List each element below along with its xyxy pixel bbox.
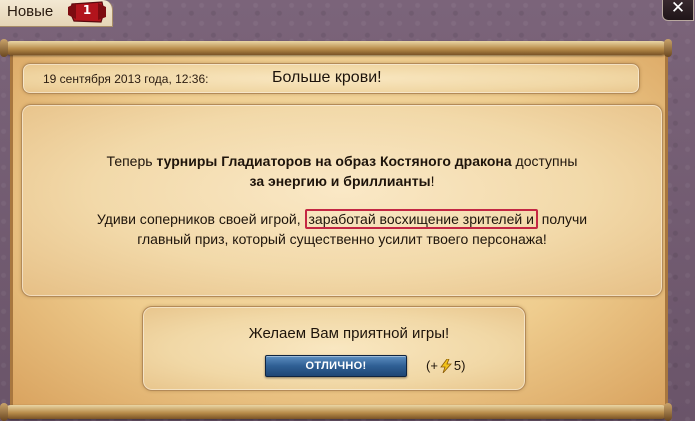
highlighted-text: заработай восхищение зрителей и	[304, 209, 538, 229]
news-title: Больше крови!	[272, 69, 382, 86]
notification-badge-icon: 1	[68, 1, 106, 23]
news-paragraph-2: Удиви соперников своей игрой, заработай …	[22, 209, 662, 249]
close-button[interactable]: ✕	[662, 0, 694, 21]
text-bold: за энергию и бриллианты	[249, 173, 431, 189]
news-footer: Желаем Вам приятной игры! ОТЛИЧНО! (+ 5)	[142, 306, 526, 391]
tab-label: Новые	[7, 3, 54, 20]
scroll-rod-bottom	[4, 405, 668, 419]
tab-news[interactable]: Новые 1	[0, 0, 113, 27]
news-paragraph-1: Теперь турниры Гладиаторов на образ Кост…	[22, 151, 662, 191]
reward-info: (+ 5)	[426, 358, 465, 373]
text-fragment: получи	[537, 211, 588, 227]
news-date: 19 сентября 2013 года, 12:36:	[43, 72, 209, 86]
scroll-rod-top	[4, 41, 668, 55]
badge-count: 1	[82, 3, 92, 17]
text-fragment: Теперь	[106, 153, 157, 169]
scroll-rod-cap	[0, 39, 8, 57]
text-fragment: доступны	[511, 153, 578, 169]
scroll-rod-cap	[664, 403, 672, 421]
news-header: 19 сентября 2013 года, 12:36: Больше кро…	[22, 63, 640, 94]
text-bold: турниры Гладиаторов на образ Костяного д…	[156, 153, 512, 169]
ok-button[interactable]: ОТЛИЧНО!	[265, 355, 407, 377]
close-icon: ✕	[670, 0, 686, 17]
reward-prefix: (+	[426, 358, 438, 373]
text-fragment: главный приз, который существенно усилит…	[137, 231, 547, 247]
text-fragment: Удиви соперников своей игрой,	[96, 211, 305, 227]
reward-value: 5)	[453, 358, 466, 373]
scroll-rod-cap	[0, 403, 8, 421]
text-fragment: !	[430, 173, 435, 189]
wish-text: Желаем Вам приятной игры!	[248, 325, 450, 342]
lightning-bolt-icon	[440, 358, 452, 373]
news-body: Теперь турниры Гладиаторов на образ Кост…	[21, 104, 663, 297]
scroll-rod-cap	[664, 39, 672, 57]
